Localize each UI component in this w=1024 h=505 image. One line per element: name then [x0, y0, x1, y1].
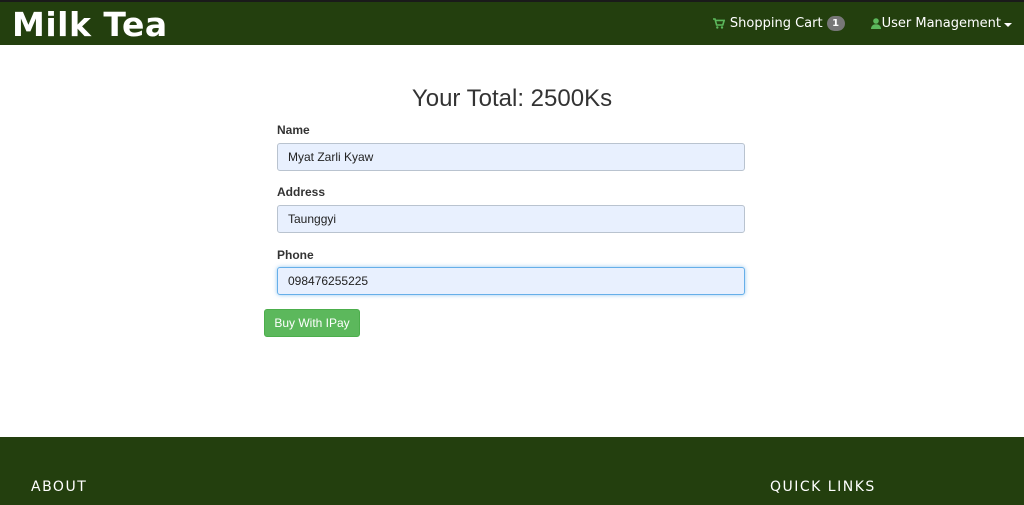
shopping-cart-link[interactable]: Shopping Cart 1 [712, 16, 845, 31]
order-total-heading: Your Total: 2500Ks [411, 85, 613, 112]
chevron-down-icon [1004, 22, 1012, 27]
address-input[interactable] [277, 205, 745, 233]
footer: ABOUT QUICK LINKS [0, 437, 1024, 505]
user-management-label: User Management [881, 16, 1001, 31]
address-label: Address [277, 185, 326, 199]
shopping-cart-icon [712, 18, 725, 29]
shopping-cart-label: Shopping Cart [729, 16, 823, 31]
cart-count-badge: 1 [826, 16, 845, 31]
checkout-form: Your Total: 2500Ks Name Address Phone Bu… [0, 45, 1024, 437]
phone-input[interactable] [277, 267, 745, 295]
brand-logo[interactable]: Milk Tea [12, 5, 168, 44]
nav-right: Shopping Cart 1 User Management [712, 2, 1012, 45]
phone-label: Phone [277, 248, 314, 262]
footer-quick-links-heading: QUICK LINKS [770, 479, 876, 495]
buy-with-ipay-button[interactable]: Buy With IPay [264, 309, 360, 337]
user-management-dropdown[interactable]: User Management [870, 16, 1012, 31]
name-input[interactable] [277, 143, 745, 171]
user-icon [870, 18, 881, 29]
footer-about-heading: ABOUT [31, 479, 88, 495]
top-navbar: Milk Tea Shopping Cart 1 User Management [0, 0, 1024, 45]
name-label: Name [277, 123, 310, 137]
